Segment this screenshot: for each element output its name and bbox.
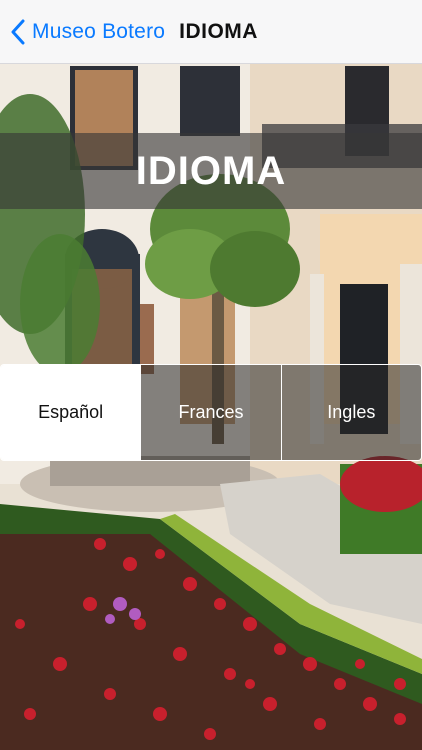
- back-button[interactable]: Museo Botero: [10, 19, 165, 45]
- navigation-bar: Museo Botero IDIOMA: [0, 0, 422, 64]
- back-button-label: Museo Botero: [32, 19, 166, 43]
- language-option-ingles[interactable]: Ingles: [280, 365, 421, 460]
- language-selector: Español Frances Ingles: [0, 364, 422, 461]
- language-option-espanol[interactable]: Español: [1, 365, 141, 460]
- page-title: IDIOMA: [135, 148, 287, 193]
- nav-title: IDIOMA: [179, 19, 258, 43]
- chevron-left-icon: [11, 19, 25, 44]
- language-option-frances[interactable]: Frances: [140, 365, 281, 460]
- title-banner: IDIOMA: [0, 133, 422, 209]
